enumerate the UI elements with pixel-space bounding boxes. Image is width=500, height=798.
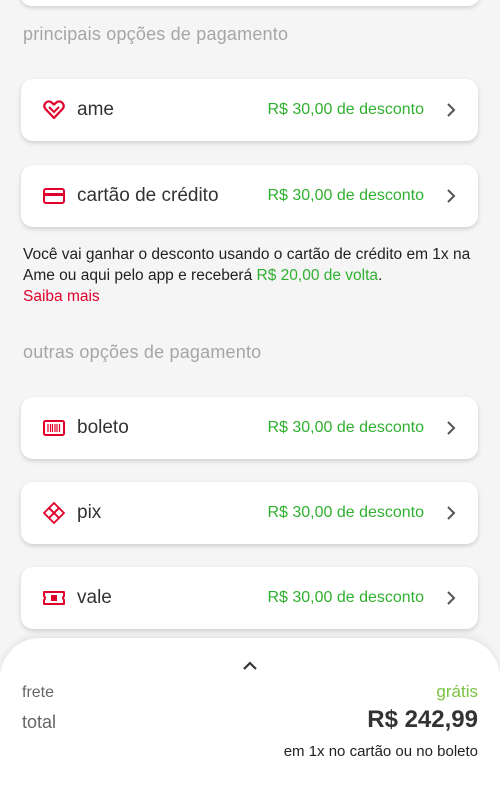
previous-card-edge [20, 0, 480, 6]
total-value: R$ 242,99 [367, 706, 478, 733]
ame-heart-icon [43, 99, 65, 121]
cashback-info-end: . [378, 267, 383, 284]
discount-text: R$ 30,00 de desconto [267, 589, 424, 606]
shipping-value: grátis [436, 682, 478, 701]
chevron-right-icon [447, 421, 456, 435]
payment-option-credit-card[interactable]: cartão de crédito R$ 30,00 de desconto [21, 165, 478, 227]
discount-text: R$ 30,00 de desconto [267, 187, 424, 204]
credit-card-icon [43, 185, 65, 207]
chevron-right-icon [447, 103, 456, 117]
payment-option-ame[interactable]: ame R$ 30,00 de desconto [21, 79, 478, 141]
cashback-info: Você vai ganhar o desconto usando o cart… [23, 244, 483, 307]
shipping-label: frete [22, 684, 55, 701]
payment-option-label: boleto [77, 417, 129, 438]
voucher-icon [43, 587, 65, 609]
payment-option-label: ame [77, 99, 114, 120]
payment-option-vale[interactable]: vale R$ 30,00 de desconto [21, 567, 478, 629]
total-payment-note: em 1x no cartão ou no boleto [283, 743, 478, 760]
chevron-right-icon [447, 506, 456, 520]
chevron-right-icon [447, 591, 456, 605]
payment-option-label: vale [77, 587, 112, 608]
pix-icon [43, 502, 65, 524]
discount-text: R$ 30,00 de desconto [267, 101, 424, 118]
discount-text: R$ 30,00 de desconto [267, 504, 424, 521]
payment-option-label: pix [77, 502, 102, 523]
cashback-info-text: Você vai ganhar o desconto usando o cart… [23, 246, 471, 284]
total-label: total [22, 712, 57, 732]
payment-option-pix[interactable]: pix R$ 30,00 de desconto [21, 482, 478, 544]
payment-option-boleto[interactable]: boleto R$ 30,00 de desconto [21, 397, 478, 459]
order-summary-sheet: frete grátis total R$ 242,99 em 1x no ca… [0, 638, 500, 798]
payment-option-label: cartão de crédito [77, 185, 219, 206]
learn-more-link[interactable]: Saiba mais [23, 288, 100, 305]
main-options-title: principais opções de pagamento [23, 24, 289, 44]
chevron-right-icon [447, 189, 456, 203]
discount-text: R$ 30,00 de desconto [267, 419, 424, 436]
other-options-title: outras opções de pagamento [23, 342, 262, 362]
cashback-amount: R$ 20,00 de volta [256, 267, 379, 284]
chevron-up-icon[interactable] [241, 658, 259, 672]
barcode-icon [43, 417, 65, 439]
